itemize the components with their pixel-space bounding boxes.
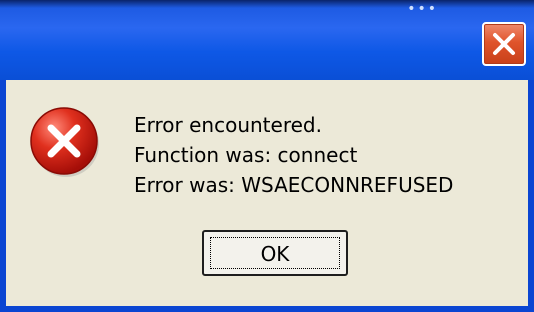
title-bar[interactable]: ••• [0,0,534,80]
error-line-3: Error was: WSAECONNREFUSED [134,173,454,197]
error-icon [28,104,102,178]
close-icon [493,33,515,55]
ok-button[interactable]: OK [202,230,348,276]
error-dialog-window: ••• Error encountered. Function was: con… [0,0,534,312]
ok-button-label: OK [260,242,290,266]
title-dots: ••• [407,1,438,17]
error-message: Error encountered. Function was: connect… [134,110,453,200]
error-line-2: Function was: connect [134,143,358,167]
error-line-1: Error encountered. [134,113,322,137]
dialog-body: Error encountered. Function was: connect… [6,80,528,306]
close-button[interactable] [482,22,526,66]
